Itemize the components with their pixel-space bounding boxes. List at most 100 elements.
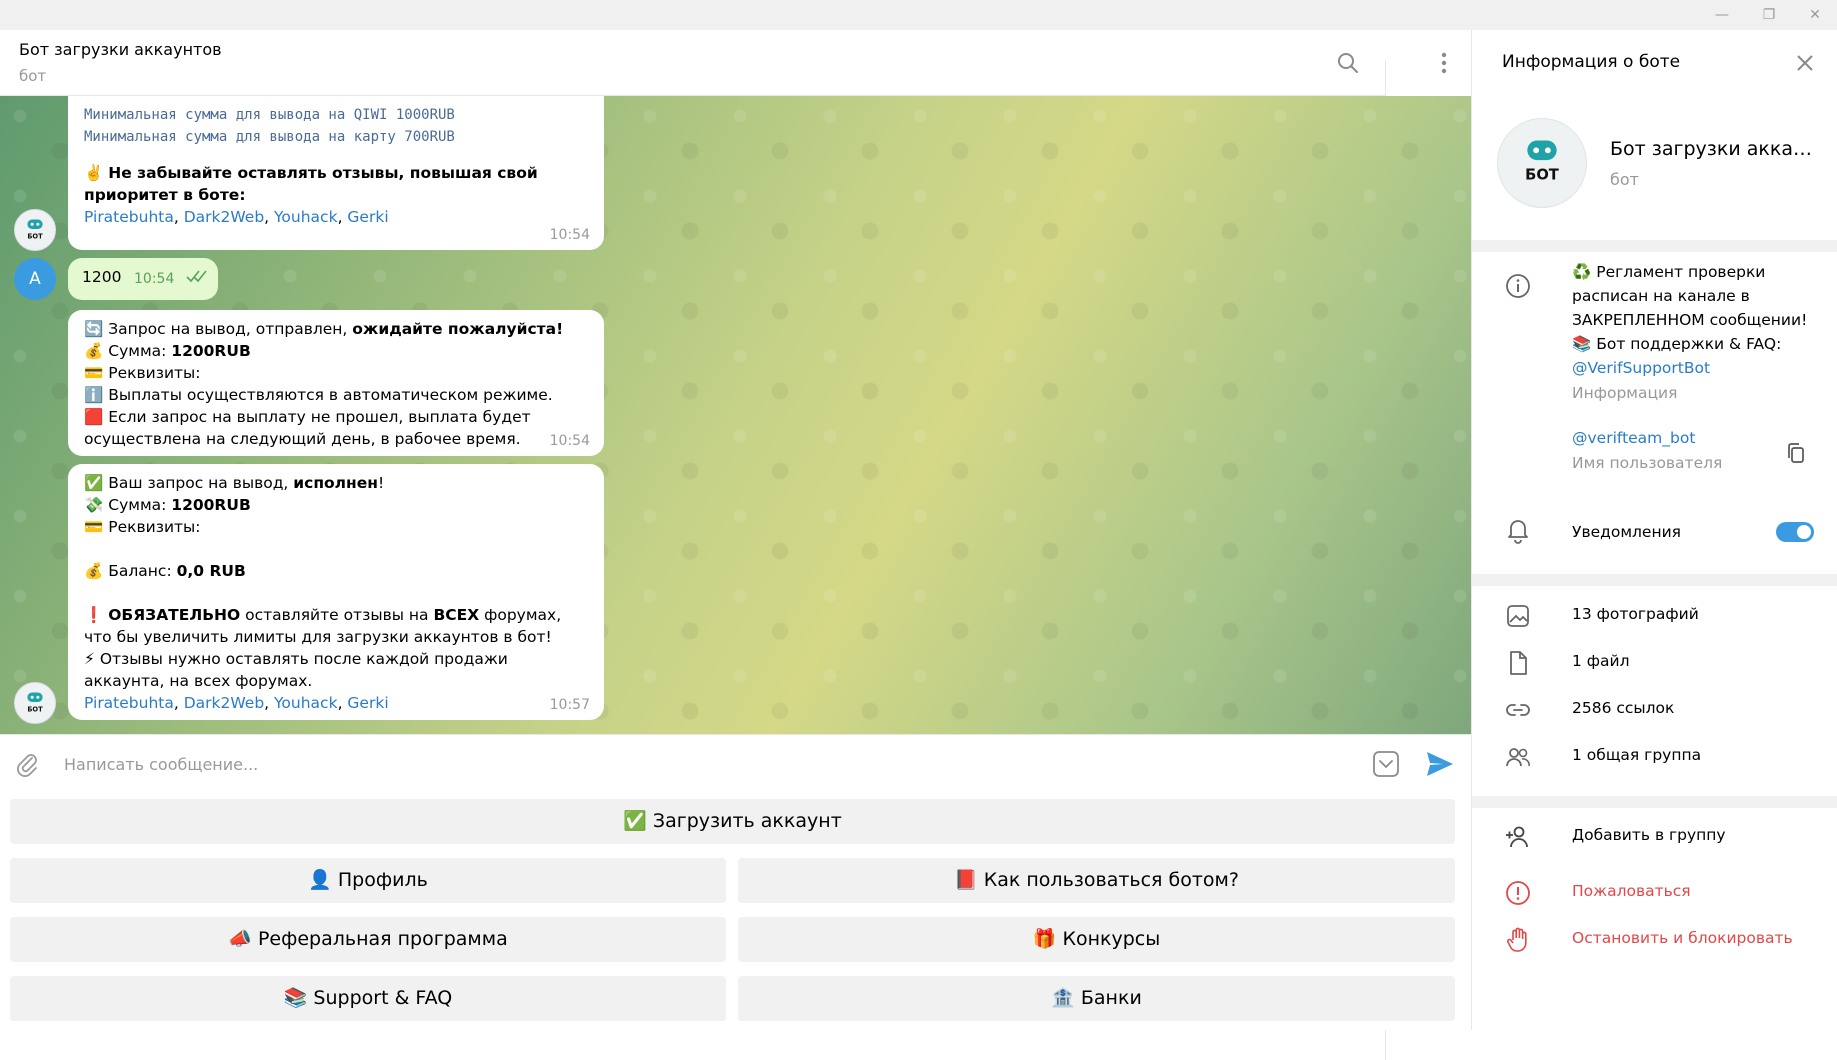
- min-qiwi-text: Минимальная сумма для вывода на QIWI 100…: [84, 107, 455, 123]
- info-emoji-icon: ℹ️: [84, 386, 104, 404]
- banks-button[interactable]: 🏦 Банки: [738, 976, 1455, 1021]
- close-icon[interactable]: [1794, 52, 1816, 74]
- card-emoji-icon: 💳: [84, 518, 104, 536]
- message-bubble-bot[interactable]: ✅ Ваш запрос на вывод, исполнен! 💸 Сумма…: [68, 464, 604, 720]
- card-emoji-icon: 💳: [84, 364, 104, 382]
- all-text: ВСЕХ: [433, 606, 480, 624]
- contests-button[interactable]: 🎁 Конкурсы: [738, 917, 1455, 962]
- minimize-button[interactable]: —: [1707, 6, 1737, 24]
- reviews-after-sale-text: Отзывы нужно оставлять после каждой прод…: [84, 650, 508, 690]
- bot-avatar[interactable]: БОТ: [14, 209, 56, 251]
- lightning-emoji-icon: ⚡: [84, 650, 95, 668]
- min-card-text: Минимальная сумма для вывода на карту 70…: [84, 129, 455, 145]
- description-line: 📚 Бот поддержки & FAQ:: [1572, 335, 1782, 353]
- chat-history[interactable]: Минимальная сумма для вывода на QIWI 100…: [0, 96, 1471, 734]
- amount-value: 1200RUB: [171, 496, 251, 514]
- add-to-group-button[interactable]: Добавить в группу: [1572, 823, 1726, 847]
- svg-text:БОТ: БОТ: [1525, 167, 1559, 184]
- file-icon: [1510, 651, 1527, 675]
- common-groups-item[interactable]: 1 общая группа: [1572, 743, 1701, 767]
- reviews-reminder-text: Не забывайте оставлять отзывы, повышая с…: [84, 164, 538, 204]
- group-icon: [1506, 748, 1530, 767]
- link-dark2web[interactable]: Dark2Web: [184, 208, 264, 226]
- link-youhack[interactable]: Youhack: [274, 208, 338, 226]
- bot-profile-avatar[interactable]: БОТ: [1497, 118, 1587, 208]
- shared-files-item[interactable]: 1 файл: [1572, 649, 1630, 673]
- bell-icon: [1508, 520, 1528, 544]
- stop-and-block-button[interactable]: Остановить и блокировать: [1572, 926, 1793, 950]
- photo-icon: [1507, 605, 1529, 627]
- balance-label: Баланс:: [108, 562, 177, 580]
- amount-label: Сумма:: [108, 496, 172, 514]
- red-square-icon: 🟥: [84, 408, 104, 426]
- amount-value: 1200RUB: [171, 342, 251, 360]
- request-text: Ваш запрос на вывод,: [108, 474, 294, 492]
- bot-avatar[interactable]: БОТ: [14, 682, 56, 724]
- bot-info-panel: Информация о боте БОТ Бот загрузки аккау…: [1471, 30, 1837, 1030]
- link-piratebuhta[interactable]: Piratebuhta: [84, 694, 174, 712]
- shared-links-item[interactable]: 2586 ссылок: [1572, 696, 1674, 720]
- bot-name: Бот загрузки аккаунтов: [1610, 138, 1820, 160]
- link-gerki[interactable]: Gerki: [347, 694, 388, 712]
- section-divider: [1472, 574, 1837, 586]
- referral-program-button[interactable]: 📣 Реферальная программа: [10, 917, 726, 962]
- report-button[interactable]: Пожаловаться: [1572, 879, 1691, 903]
- window-close-button[interactable]: ✕: [1800, 6, 1830, 24]
- money-bag-icon: 💰: [84, 342, 104, 360]
- message-bubble-user[interactable]: 1200 10:54: [68, 258, 218, 300]
- upload-account-button[interactable]: ✅ Загрузить аккаунт: [10, 799, 1455, 844]
- requisites-label: Реквизиты:: [108, 364, 201, 382]
- copy-icon[interactable]: [1785, 442, 1807, 466]
- panel-title: Информация о боте: [1502, 52, 1681, 72]
- notifications-toggle[interactable]: [1776, 522, 1814, 542]
- more-options-icon[interactable]: [1431, 50, 1457, 76]
- message-bubble-bot[interactable]: 🔄 Запрос на вывод, отправлен, ожидайте п…: [68, 310, 604, 456]
- svg-text:БОТ: БОТ: [27, 706, 43, 714]
- link-youhack[interactable]: Youhack: [274, 694, 338, 712]
- link-separator: ,: [337, 208, 348, 226]
- shared-photos-item[interactable]: 13 фотографий: [1572, 602, 1699, 626]
- please-wait-text: ожидайте пожалуйста!: [352, 320, 564, 338]
- maximize-button[interactable]: ❐: [1754, 6, 1784, 24]
- bot-type: бот: [1610, 170, 1639, 189]
- search-icon[interactable]: [1335, 50, 1361, 76]
- description-line: ♻️ Регламент проверки: [1572, 263, 1766, 281]
- username-label: Имя пользователя: [1572, 454, 1723, 472]
- profile-button[interactable]: 👤 Профиль: [10, 858, 726, 903]
- link-gerki[interactable]: Gerki: [347, 208, 388, 226]
- user-message-text: 1200: [82, 268, 122, 286]
- hand-stop-icon: [1507, 927, 1527, 952]
- user-avatar[interactable]: A: [14, 258, 56, 300]
- chat-status: бот: [19, 67, 47, 85]
- message-time: 10:54: [134, 271, 175, 287]
- add-user-icon: [1506, 826, 1528, 848]
- message-time: 10:54: [549, 227, 590, 243]
- link-icon: [1506, 704, 1530, 716]
- link-dark2web[interactable]: Dark2Web: [184, 694, 264, 712]
- chat-header[interactable]: Бот загрузки аккаунтов бот: [0, 30, 1751, 1060]
- send-icon[interactable]: [1425, 750, 1455, 778]
- mandatory-text: ОБЯЗАТЕЛЬНО: [108, 606, 241, 624]
- requisites-label: Реквизиты:: [108, 518, 201, 536]
- link-separator: ,: [264, 694, 275, 712]
- paperclip-icon[interactable]: [14, 751, 40, 777]
- exclamation-text: !: [377, 474, 385, 492]
- message-time: 10:57: [549, 697, 590, 713]
- message-bubble-bot[interactable]: Минимальная сумма для вывода на QIWI 100…: [68, 96, 604, 250]
- bot-keyboard-icon[interactable]: [1372, 750, 1400, 778]
- bot-reply-keyboard: ✅ Загрузить аккаунт 👤 Профиль 📕 Как поль…: [0, 792, 1471, 1030]
- svg-text:БОТ: БОТ: [27, 233, 43, 241]
- message-time: 10:54: [549, 433, 590, 449]
- balance-value: 0,0 RUB: [176, 562, 246, 580]
- info-icon: [1506, 274, 1530, 298]
- amount-label: Сумма:: [108, 342, 172, 360]
- failed-payout-text: Если запрос на выплату не прошел, выплат…: [84, 408, 531, 448]
- username-link[interactable]: @verifteam_bot: [1572, 426, 1695, 450]
- refresh-emoji-icon: 🔄: [84, 320, 104, 338]
- message-input[interactable]: [62, 745, 1356, 783]
- section-divider: [1472, 796, 1837, 808]
- support-bot-link[interactable]: @VerifSupportBot: [1572, 356, 1807, 380]
- support-faq-button[interactable]: 📚 Support & FAQ: [10, 976, 726, 1021]
- how-to-use-button[interactable]: 📕 Как пользоваться ботом?: [738, 858, 1455, 903]
- link-piratebuhta[interactable]: Piratebuhta: [84, 208, 174, 226]
